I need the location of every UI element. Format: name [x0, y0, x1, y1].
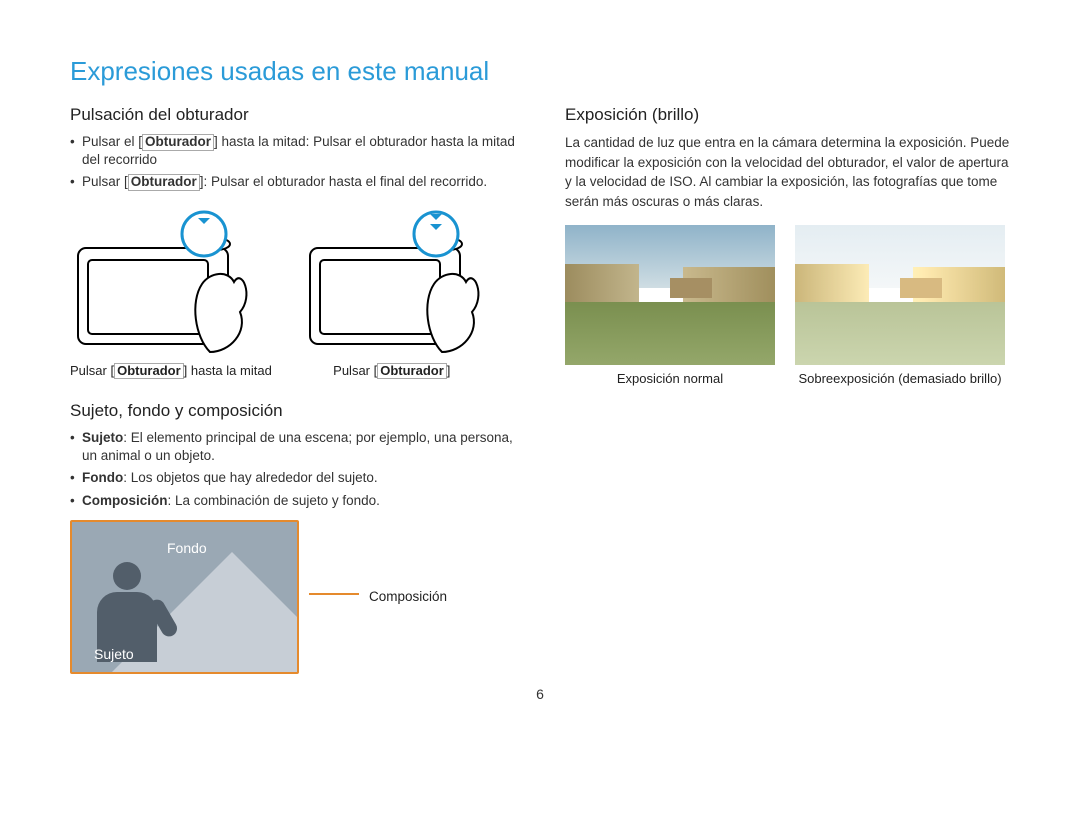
- left-column: Pulsación del obturador Pulsar el [Obtur…: [70, 105, 515, 674]
- camera-illustrations-row: Pulsar [Obturador] hasta la mitad: [70, 202, 515, 379]
- exposure-paragraph: La cantidad de luz que entra en la cámar…: [565, 133, 1010, 211]
- content-columns: Pulsación del obturador Pulsar el [Obtur…: [70, 105, 1010, 674]
- bullet-composition: Composición: La combinación de sujeto y …: [70, 492, 515, 510]
- page-number: 6: [70, 686, 1010, 702]
- boxed-term: Obturador: [114, 363, 184, 379]
- bullet-background: Fondo: Los objetos que hay alrededor del…: [70, 469, 515, 487]
- composition-leader-line: [309, 593, 359, 596]
- composition-figure-wrapper: Fondo Sujeto Composición: [70, 520, 515, 674]
- bullet-half-press: Pulsar el [Obturador] hasta la mitad: Pu…: [70, 133, 515, 169]
- label-composition: Composición: [369, 589, 447, 604]
- camera-half-press-figure: Pulsar [Obturador] hasta la mitad: [70, 202, 272, 379]
- right-column: Exposición (brillo) La cantidad de luz q…: [565, 105, 1010, 674]
- label-fondo: Fondo: [167, 540, 207, 556]
- boxed-term: Obturador: [128, 174, 200, 191]
- heading-shutter-press: Pulsación del obturador: [70, 105, 515, 125]
- caption-half-press: Pulsar [Obturador] hasta la mitad: [70, 363, 272, 379]
- exposure-images-row: Exposición normal Sobreexposición (demas…: [565, 225, 1010, 386]
- manual-page: Expresiones usadas en este manual Pulsac…: [0, 0, 1080, 815]
- subject-bullets: Sujeto: El elemento principal de una esc…: [70, 429, 515, 510]
- camera-illustration-full: [302, 202, 482, 357]
- boxed-term: Obturador: [142, 134, 214, 151]
- river-image-overexposed: [795, 225, 1005, 365]
- heading-exposure: Exposición (brillo): [565, 105, 1010, 125]
- caption-exposure-over: Sobreexposición (demasiado brillo): [795, 371, 1005, 386]
- bullet-subject: Sujeto: El elemento principal de una esc…: [70, 429, 515, 465]
- caption-full-press: Pulsar [Obturador]: [302, 363, 482, 379]
- boxed-term: Obturador: [377, 363, 447, 379]
- caption-exposure-normal: Exposición normal: [565, 371, 775, 386]
- page-title: Expresiones usadas en este manual: [70, 56, 1010, 87]
- composition-illustration: Fondo Sujeto: [70, 520, 299, 674]
- label-sujeto: Sujeto: [94, 646, 134, 662]
- exposure-over-figure: Sobreexposición (demasiado brillo): [795, 225, 1005, 386]
- river-image-normal: [565, 225, 775, 365]
- bullet-full-press: Pulsar [Obturador]: Pulsar el obturador …: [70, 173, 515, 191]
- camera-full-press-figure: Pulsar [Obturador]: [302, 202, 482, 379]
- camera-illustration-half: [70, 202, 250, 357]
- shutter-bullets: Pulsar el [Obturador] hasta la mitad: Pu…: [70, 133, 515, 192]
- heading-subject-background: Sujeto, fondo y composición: [70, 401, 515, 421]
- exposure-normal-figure: Exposición normal: [565, 225, 775, 386]
